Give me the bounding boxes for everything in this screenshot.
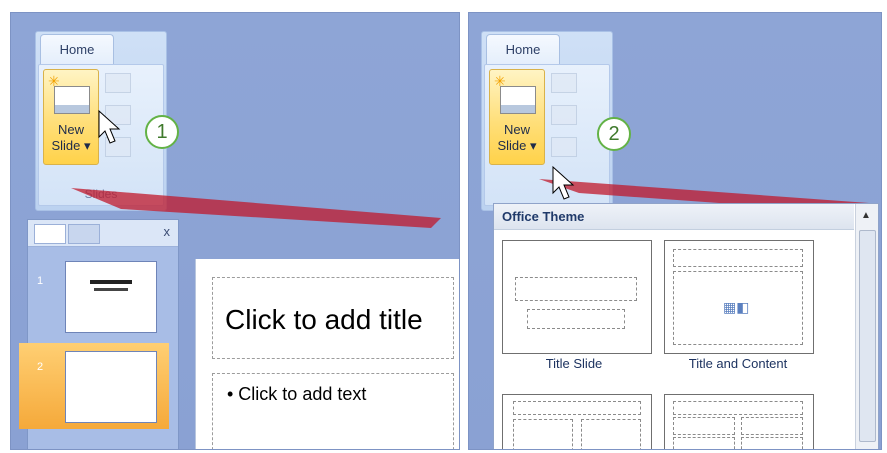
slide-number-2: 2 (37, 361, 44, 373)
tab-slides[interactable] (34, 224, 66, 244)
body-placeholder-text: • Click to add text (227, 384, 367, 404)
slide-thumbnail-1[interactable] (65, 261, 157, 333)
title-placeholder[interactable]: Click to add title (212, 277, 454, 359)
body-placeholder[interactable]: • Click to add text (212, 373, 454, 449)
pane-tabs: x (28, 220, 178, 247)
slide-number-1: 1 (37, 275, 44, 287)
right-demo-panel: Home ✳ New Slide ▾ 2 Office Theme ▲ Titl… (468, 12, 882, 450)
gallery-scrollbar[interactable]: ▲ (855, 204, 878, 449)
layout-section-header[interactable] (502, 394, 652, 449)
layout-label-title-slide: Title Slide (545, 356, 603, 371)
tab-outline[interactable] (68, 224, 100, 244)
step-badge-2: 2 (597, 117, 631, 151)
left-demo-panel: Home ✳ New Slide ▾ Slides 1 (10, 12, 460, 450)
content-icons: ▦◧ (723, 299, 750, 315)
layout-label-title-and-content: Title and Content (688, 356, 788, 371)
scroll-up-icon[interactable]: ▲ (861, 210, 871, 221)
layout-gallery: Office Theme ▲ Title Slide ▦◧ Title and … (493, 203, 879, 449)
close-icon[interactable]: x (164, 224, 171, 239)
step-badge-1: 1 (145, 115, 179, 149)
slide-canvas: Click to add title • Click to add text (195, 259, 459, 449)
slide-thumbnail-2[interactable] (65, 351, 157, 423)
layout-title-and-content[interactable]: ▦◧ (664, 240, 814, 354)
layout-title-slide[interactable] (502, 240, 652, 354)
layout-two-content[interactable] (664, 394, 814, 449)
gallery-header: Office Theme (494, 204, 854, 230)
title-placeholder-text: Click to add title (225, 304, 423, 335)
scroll-thumb[interactable] (859, 230, 876, 442)
